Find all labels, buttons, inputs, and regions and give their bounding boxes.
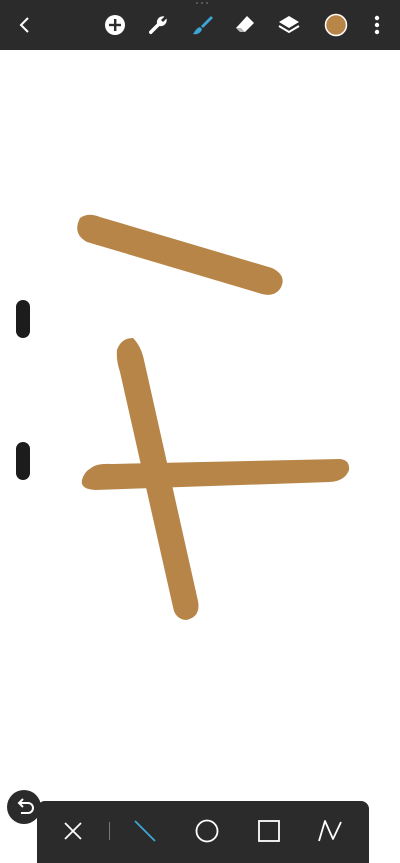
brush-stroke-3 <box>81 459 350 490</box>
eraser-icon <box>236 16 254 32</box>
layers-button[interactable] <box>272 8 306 42</box>
undo-button[interactable] <box>7 790 41 824</box>
eraser-tool-button[interactable] <box>228 8 262 42</box>
more-options-button[interactable] <box>360 8 394 42</box>
brush-stroke-1 <box>77 214 283 295</box>
circle-shape-button[interactable] <box>187 811 227 851</box>
line-icon <box>134 820 156 842</box>
back-button[interactable] <box>8 8 42 42</box>
more-icon <box>374 15 380 35</box>
layers-icon <box>278 16 300 34</box>
brush-tool-button[interactable] <box>185 8 219 42</box>
drag-indicator <box>196 2 208 5</box>
drawing-canvas[interactable] <box>0 50 400 863</box>
settings-wrench-button[interactable] <box>141 8 175 42</box>
add-icon <box>105 15 125 35</box>
polyline-shape-button[interactable] <box>310 811 350 851</box>
brush-icon <box>193 16 213 35</box>
square-shape-button[interactable] <box>249 811 289 851</box>
back-icon <box>19 17 29 33</box>
brush-size-slider-handle[interactable] <box>16 300 30 338</box>
line-shape-button[interactable] <box>125 811 165 851</box>
color-swatch-icon <box>324 13 348 37</box>
add-button[interactable] <box>98 8 132 42</box>
close-icon <box>64 822 82 840</box>
shape-toolbar <box>37 801 369 863</box>
top-toolbar <box>0 0 400 50</box>
color-picker-button[interactable] <box>319 8 353 42</box>
undo-icon <box>17 798 34 814</box>
square-icon <box>258 820 280 842</box>
brush-opacity-slider-handle[interactable] <box>16 442 30 480</box>
circle-icon <box>195 819 219 843</box>
wrench-icon <box>148 16 167 35</box>
close-shape-tool-button[interactable] <box>53 811 93 851</box>
zigzag-icon <box>318 820 342 842</box>
toolbar-divider <box>109 822 110 840</box>
